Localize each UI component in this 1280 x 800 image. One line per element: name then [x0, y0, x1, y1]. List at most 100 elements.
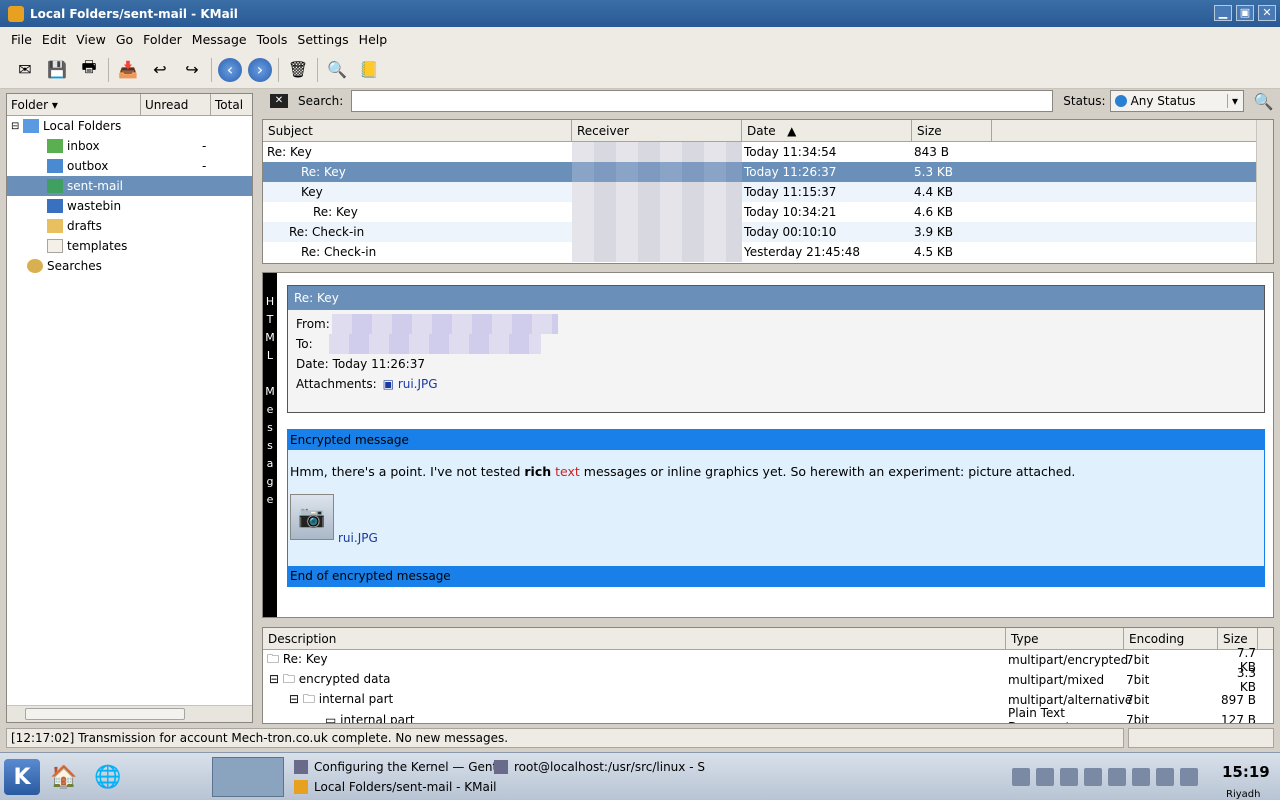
folder-pane: Folder ▾ Unread Total ⊟ Local Folders in…: [6, 93, 253, 723]
next-message-icon[interactable]: ›: [248, 57, 272, 82]
receiver-blurred: [572, 222, 742, 242]
message-row[interactable]: Key Today 11:15:37 4.4 KB: [263, 182, 1273, 202]
close-button[interactable]: ✕: [1258, 5, 1276, 21]
message-reader: HTMLMessage Re: Key From: To: Date: Toda…: [262, 272, 1274, 618]
k-menu-button[interactable]: K: [4, 759, 40, 795]
encrypted-header: Encrypted message: [288, 430, 1264, 450]
receiver-column-header[interactable]: Receiver: [572, 120, 742, 141]
folder-drafts[interactable]: drafts: [7, 216, 252, 236]
kmail-app-icon[interactable]: [8, 5, 24, 22]
check-mail-icon[interactable]: 📥: [115, 57, 141, 83]
from-blurred[interactable]: [331, 314, 558, 334]
terminal-icon: [494, 760, 508, 774]
tray-monitor-icon[interactable]: [1156, 768, 1174, 786]
search-options-icon[interactable]: 🔍: [1254, 92, 1274, 111]
address-book-icon[interactable]: 📒: [356, 57, 382, 83]
kmail-icon: [294, 780, 308, 794]
menu-edit[interactable]: Edit: [37, 32, 71, 47]
sent-mail-icon: [47, 179, 63, 193]
part-row[interactable]: ⊟ 🗀 encrypted data multipart/mixed 7bit …: [263, 666, 1273, 694]
receiver-blurred: [572, 162, 742, 182]
subject-column-header[interactable]: Subject: [263, 120, 572, 141]
scrollbar-thumb[interactable]: [25, 708, 185, 720]
folder-horizontal-scrollbar[interactable]: [7, 705, 252, 722]
description-column-header[interactable]: Description: [263, 628, 1006, 649]
menu-tools[interactable]: Tools: [252, 32, 293, 47]
date-column-header[interactable]: Date ▲: [742, 120, 912, 141]
outbox-icon: [47, 159, 63, 173]
folder-sent-mail[interactable]: sent-mail: [7, 176, 252, 196]
tray-notes-icon[interactable]: [1180, 768, 1198, 786]
part-row[interactable]: ▭ internal part Plain Text Document 7bit…: [263, 706, 1273, 724]
folder-outbox[interactable]: outbox -: [7, 156, 252, 176]
forward-icon[interactable]: ↪: [179, 57, 205, 83]
collapse-icon[interactable]: ⊟: [11, 121, 23, 132]
menu-folder[interactable]: Folder: [138, 32, 187, 47]
total-column-header[interactable]: Total: [211, 94, 252, 115]
toolbar-separator: [317, 57, 318, 82]
tray-kmail-icon[interactable]: [1060, 768, 1078, 786]
clear-search-icon[interactable]: ✕: [270, 94, 288, 108]
menu-help[interactable]: Help: [354, 32, 393, 47]
collapse-icon[interactable]: ⊟: [269, 672, 279, 686]
camera-image-icon[interactable]: 📷: [290, 494, 334, 540]
attachment-link[interactable]: ▣ rui.JPG: [383, 377, 438, 391]
to-blurred[interactable]: [328, 334, 541, 354]
tray-calendar-icon[interactable]: [1084, 768, 1102, 786]
encoding-column-header[interactable]: Encoding: [1124, 628, 1218, 649]
active-desktop-pager[interactable]: [212, 757, 284, 797]
task-kmail[interactable]: Local Folders/sent-mail - KMail: [294, 777, 694, 797]
message-row[interactable]: Re: Check-in Yesterday 21:45:48 4.5 KB: [263, 242, 1273, 262]
picture-link[interactable]: rui.JPG: [338, 531, 378, 545]
folder-inbox[interactable]: inbox -: [7, 136, 252, 156]
home-icon[interactable]: 🏠: [46, 759, 82, 795]
folder-column-header[interactable]: Folder ▾: [7, 94, 141, 115]
minimize-button[interactable]: ▁: [1214, 5, 1232, 21]
receiver-blurred: [572, 202, 742, 222]
chevron-down-icon[interactable]: ▾: [1226, 94, 1243, 108]
mime-parts-tree: Description Type Encoding Size 🗀 Re: Key…: [262, 627, 1274, 724]
from-line: From:: [288, 314, 1264, 334]
browser-icon[interactable]: 🌐: [90, 759, 126, 795]
message-row-selected[interactable]: Re: Key Today 11:26:37 5.3 KB: [263, 162, 1273, 182]
collapse-icon[interactable]: ⊟: [289, 692, 299, 706]
menu-go[interactable]: Go: [111, 32, 138, 47]
tray-lock-icon[interactable]: [1012, 768, 1030, 786]
folder-icon: [23, 119, 39, 133]
menu-message[interactable]: Message: [187, 32, 252, 47]
previous-message-icon[interactable]: ‹: [218, 57, 242, 82]
inbox-icon: [47, 139, 63, 153]
part-row[interactable]: 🗀 Re: Key multipart/encrypted 7bit 7.7 K…: [263, 646, 1273, 674]
type-column-header[interactable]: Type: [1006, 628, 1124, 649]
message-row[interactable]: Re: Key Today 10:34:21 4.6 KB: [263, 202, 1273, 222]
size-column-header[interactable]: Size: [912, 120, 992, 141]
find-icon[interactable]: 🔍: [324, 57, 350, 83]
message-list-scrollbar[interactable]: [1256, 120, 1273, 263]
message-row[interactable]: Re: Check-in Today 00:10:10 3.9 KB: [263, 222, 1273, 242]
tray-printer-icon[interactable]: [1108, 768, 1126, 786]
message-row[interactable]: Re: Key Today 11:34:54 843 B: [263, 142, 1273, 162]
outbox-unread-count: -: [202, 159, 207, 173]
folder-local-folders[interactable]: ⊟ Local Folders: [7, 116, 252, 136]
print-icon[interactable]: 🖶: [76, 57, 102, 83]
tray-network-icon[interactable]: [1036, 768, 1054, 786]
clock[interactable]: 15:19: [1222, 763, 1270, 781]
menu-view[interactable]: View: [71, 32, 111, 47]
trash-icon[interactable]: 🗑: [285, 57, 311, 83]
task-konsole[interactable]: root@localhost:/usr/src/linux - S: [494, 757, 705, 777]
status-dropdown[interactable]: Any Status ▾: [1109, 90, 1244, 112]
menu-file[interactable]: File: [6, 32, 37, 47]
search-input[interactable]: [351, 90, 1054, 112]
tray-bluetooth-icon[interactable]: [1132, 768, 1150, 786]
folder-wastebin[interactable]: wastebin: [7, 196, 252, 216]
folder-searches[interactable]: Searches: [7, 256, 252, 276]
menu-settings[interactable]: Settings: [292, 32, 353, 47]
maximize-button[interactable]: ▣: [1236, 5, 1254, 21]
message-body: Hmm, there's a point. I've not tested ri…: [290, 464, 1076, 479]
new-message-icon[interactable]: ✉: [12, 57, 38, 83]
reply-icon[interactable]: ↩: [147, 57, 173, 83]
document-icon: ▭: [325, 713, 337, 724]
save-icon[interactable]: 💾: [44, 57, 70, 83]
unread-column-header[interactable]: Unread: [141, 94, 211, 115]
folder-templates[interactable]: templates: [7, 236, 252, 256]
